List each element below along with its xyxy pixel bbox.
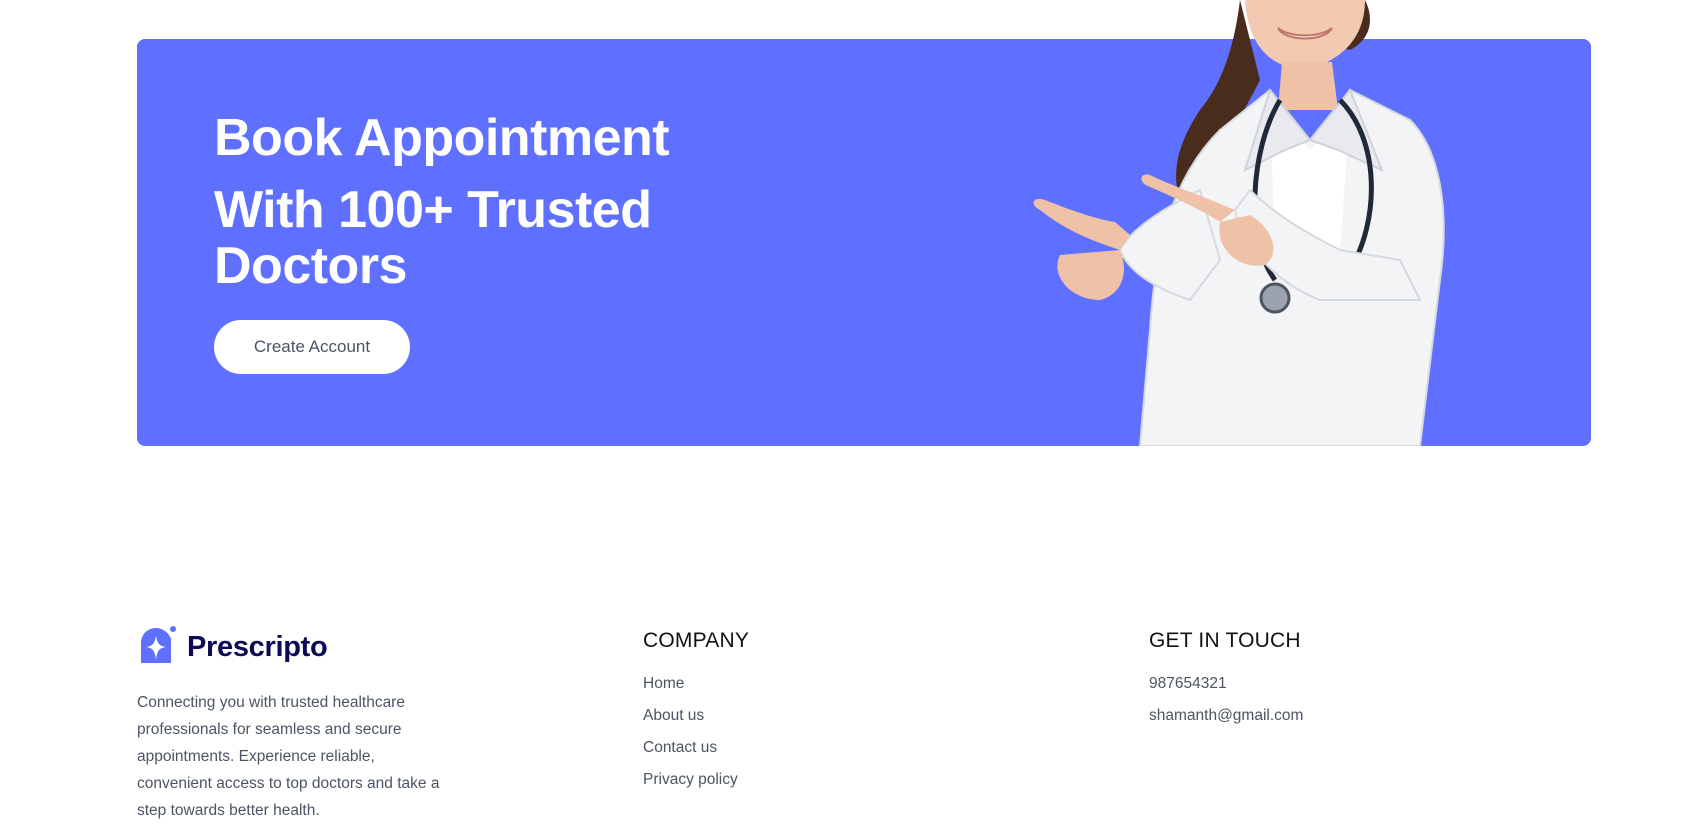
contact-heading: GET IN TOUCH xyxy=(1149,629,1301,652)
footer-link-privacy[interactable]: Privacy policy xyxy=(643,771,749,789)
footer-description: Connecting you with trusted healthcare p… xyxy=(137,694,440,819)
company-column: COMPANY Home About us Contact us Privacy… xyxy=(643,629,749,803)
contact-list: 987654321 shamanth@gmail.com xyxy=(1149,675,1303,725)
company-heading: COMPANY xyxy=(643,629,750,652)
star-badge-icon xyxy=(137,625,177,670)
banner-title-line-2: With 100+ Trusted Doctors xyxy=(214,181,652,295)
footer-link-about[interactable]: About us xyxy=(643,707,749,725)
contact-phone: 987654321 xyxy=(1149,675,1227,692)
doctor-image xyxy=(1020,0,1560,446)
company-links: Home About us Contact us Privacy policy xyxy=(643,675,749,789)
footer: Prescripto Connecting you with trusted h… xyxy=(137,625,1591,825)
footer-link-contact[interactable]: Contact us xyxy=(643,739,749,757)
banner-heading: Book Appointment With 100+ Trusted Docto… xyxy=(214,110,774,294)
logo[interactable]: Prescripto xyxy=(137,625,328,670)
footer-link-home[interactable]: Home xyxy=(643,675,749,693)
contact-email: shamanth@gmail.com xyxy=(1149,707,1304,724)
contact-column: GET IN TOUCH 987654321 shamanth@gmail.co… xyxy=(1149,629,1303,739)
logo-text: Prescripto xyxy=(187,631,328,663)
page: Book Appointment With 100+ Trusted Docto… xyxy=(0,0,1697,826)
create-account-button[interactable]: Create Account xyxy=(214,320,410,374)
banner-title-line-1: Book Appointment xyxy=(214,109,670,167)
doctor-illustration xyxy=(1033,0,1445,446)
